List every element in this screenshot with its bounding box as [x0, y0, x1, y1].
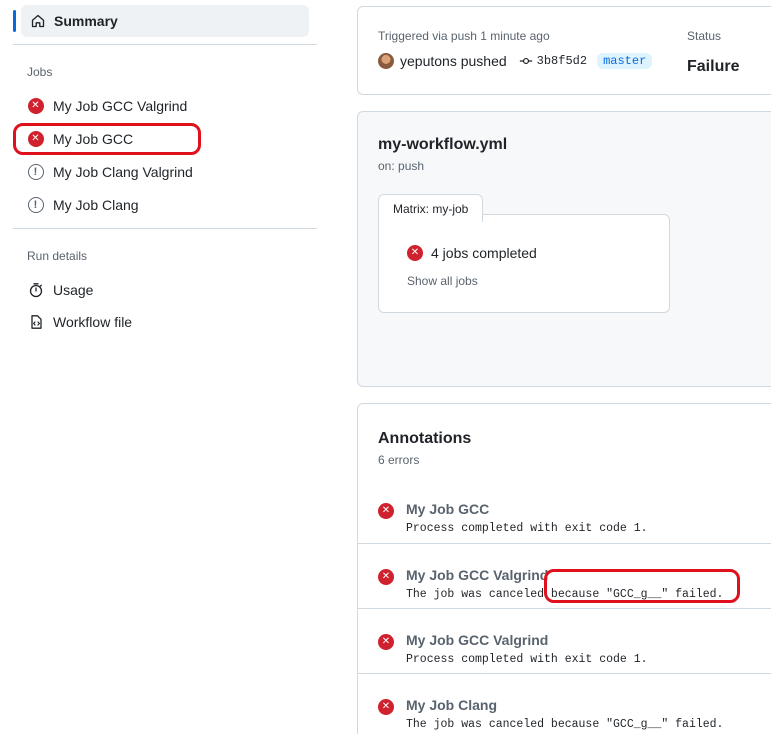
sidebar-item-label: My Job Clang [53, 197, 139, 213]
alert-circle-icon: ! [27, 164, 44, 180]
matrix-job-card[interactable]: ✕ 4 jobs completed Show all jobs [378, 214, 670, 313]
matrix-tab: Matrix: my-job [378, 194, 484, 222]
sidebar-item-job[interactable]: ✕ My Job GCC Valgrind [27, 92, 187, 120]
sidebar-item-job[interactable]: ! My Job Clang Valgrind [27, 158, 193, 186]
workflow-graph-panel: my-workflow.yml on: push Matrix: my-job … [357, 111, 771, 387]
pusher-row: yeputons pushed 3b8f5d2 master [378, 53, 653, 69]
x-circle-icon: ✕ [378, 503, 394, 519]
divider [13, 228, 317, 229]
workflow-title: my-workflow.yml [378, 136, 508, 153]
x-circle-icon: ✕ [378, 699, 394, 715]
annotations-title: Annotations [378, 430, 472, 447]
x-circle-icon: ✕ [407, 245, 423, 261]
sidebar-item-label: Summary [54, 13, 118, 29]
sidebar-item-label: My Job Clang Valgrind [53, 164, 193, 180]
status-value: Failure [687, 58, 740, 75]
commit-icon [519, 57, 532, 65]
sidebar-item-label: My Job GCC [53, 131, 134, 147]
home-icon [29, 13, 46, 30]
jobs-completed-label: 4 jobs completed [431, 245, 537, 261]
run-info-panel: Triggered via push 1 minute ago yeputons… [357, 6, 771, 95]
sidebar-item-label: My Job GCC Valgrind [53, 98, 188, 114]
annotation-message: The job was canceled because "GCC_g__" f… [406, 588, 724, 601]
file-code-icon [27, 314, 44, 331]
commit-link[interactable]: 3b8f5d2 [519, 54, 587, 68]
annotation-item[interactable]: ✕ My Job GCC Valgrind Process completed … [358, 608, 771, 673]
avatar [378, 53, 394, 69]
annotation-message: The job was canceled because "GCC_g__" f… [406, 718, 724, 731]
sidebar-item-label: Workflow file [53, 314, 133, 330]
annotation-job-name: My Job GCC [406, 501, 490, 517]
alert-circle-icon: ! [27, 197, 44, 213]
sidebar-item-usage[interactable]: Usage [27, 276, 93, 304]
actor-link[interactable]: yeputons pushed [400, 53, 507, 69]
status-label: Status [687, 29, 722, 43]
jobs-section-title: Jobs [27, 65, 53, 79]
branch-badge[interactable]: master [597, 53, 653, 69]
jobs-completed: ✕ 4 jobs completed [407, 245, 537, 261]
sidebar: Summary Jobs ✕ My Job GCC Valgrind ✕ My … [0, 0, 330, 734]
sidebar-item-summary[interactable]: Summary [21, 5, 309, 37]
x-circle-icon: ✕ [27, 98, 44, 114]
annotation-job-name: My Job GCC Valgrind [406, 567, 549, 583]
run-details-section-title: Run details [27, 249, 88, 263]
workflow-trigger: on: push [378, 159, 425, 173]
annotations-count: 6 errors [378, 453, 420, 467]
annotation-item[interactable]: ✕ My Job Clang The job was canceled beca… [358, 673, 771, 734]
x-circle-icon: ✕ [378, 634, 394, 650]
x-circle-icon: ✕ [378, 569, 394, 585]
active-indicator [13, 10, 16, 32]
annotation-job-name: My Job Clang [406, 697, 498, 713]
annotation-job-name: My Job GCC Valgrind [406, 632, 549, 648]
sidebar-item-workflow-file[interactable]: Workflow file [27, 308, 132, 336]
divider [13, 44, 317, 45]
x-circle-icon: ✕ [27, 131, 44, 147]
trigger-label: Triggered via push 1 minute ago [378, 29, 550, 43]
annotation-item[interactable]: ✕ My Job GCC Process completed with exit… [358, 478, 771, 543]
annotation-message: Process completed with exit code 1. [406, 653, 648, 666]
annotation-item[interactable]: ✕ My Job GCC Valgrind The job was cancel… [358, 543, 771, 608]
stopwatch-icon [27, 282, 44, 299]
annotations-panel: Annotations 6 errors ✕ My Job GCC Proces… [357, 403, 771, 734]
commit-sha: 3b8f5d2 [536, 54, 588, 68]
sidebar-item-label: Usage [53, 282, 94, 298]
show-all-jobs-link[interactable]: Show all jobs [407, 274, 478, 288]
sidebar-item-job[interactable]: ✕ My Job GCC [27, 125, 133, 153]
sidebar-item-job[interactable]: ! My Job Clang [27, 191, 139, 219]
annotation-message: Process completed with exit code 1. [406, 522, 648, 535]
